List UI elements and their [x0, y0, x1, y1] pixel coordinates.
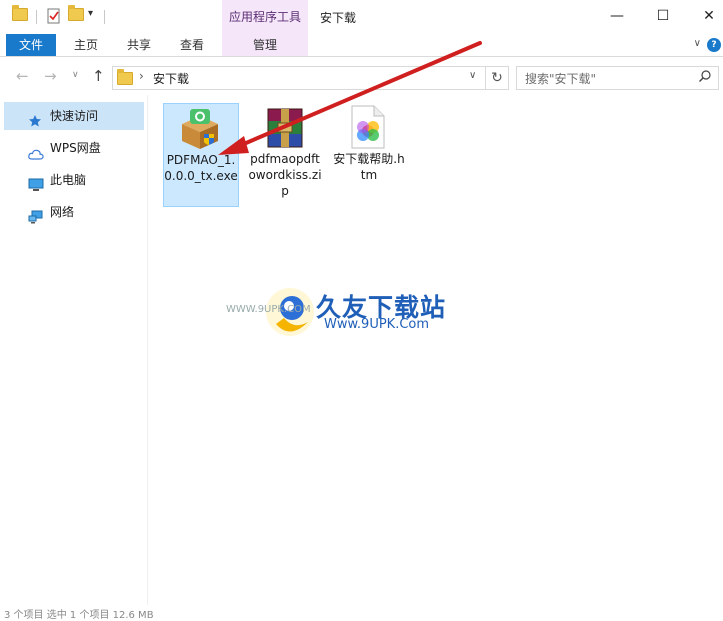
watermark-side-text: WWW.9UPK.COM	[226, 304, 311, 315]
status-bar: 3 个项目 选中 1 个项目 12.6 MB	[0, 606, 723, 621]
watermark: WWW.9UPK.COM 久友下载站 Www.9UPK.Com	[226, 284, 474, 354]
watermark-url: Www.9UPK.Com	[324, 317, 430, 332]
